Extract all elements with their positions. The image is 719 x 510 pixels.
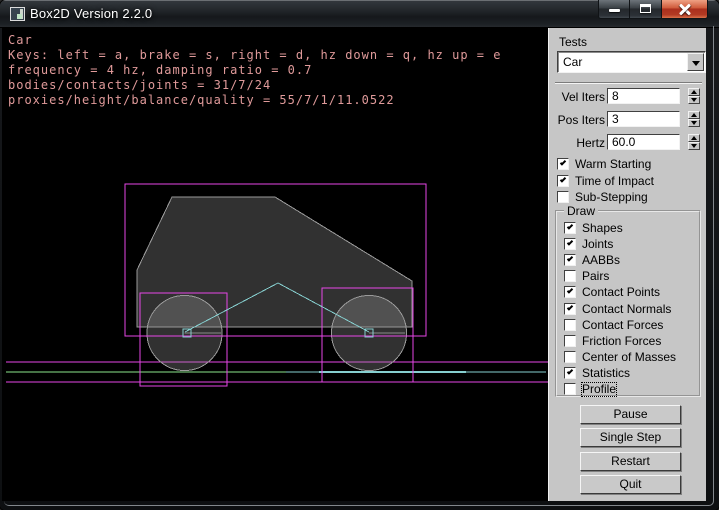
single-step-button[interactable]: Single Step — [580, 428, 681, 447]
checkbox-label: Statistics — [582, 367, 630, 380]
checkbox-label: Friction Forces — [582, 335, 661, 348]
stepper-label: Vel Iters — [549, 90, 605, 104]
tests-dropdown[interactable]: Car — [557, 51, 706, 73]
spinner-down-button[interactable] — [688, 142, 700, 150]
stepper-value-field[interactable]: 3 — [607, 111, 680, 127]
checkmark-icon — [567, 368, 573, 374]
checkbox-box — [564, 383, 576, 395]
checkbox-label: Sub-Stepping — [575, 191, 648, 204]
checkbox-box — [564, 286, 576, 298]
checkbox-box — [564, 367, 576, 379]
checkbox-box — [557, 175, 569, 187]
checkbox-box — [564, 270, 576, 282]
triangle-down-icon — [691, 144, 697, 148]
checkbox-label: Profile — [582, 383, 616, 396]
checkbox-box — [564, 222, 576, 234]
stepper-spinner — [688, 111, 700, 127]
window-title: Box2D Version 2.2.0 — [30, 6, 152, 21]
checkmark-icon — [560, 159, 566, 165]
triangle-up-icon — [691, 113, 697, 117]
stepper-value-field[interactable]: 8 — [607, 88, 680, 104]
spinner-down-button[interactable] — [688, 96, 700, 104]
title-bar[interactable]: Box2D Version 2.2.0 — [0, 0, 719, 28]
caption-buttons — [598, 0, 708, 20]
checkbox-box — [557, 191, 569, 203]
stats-line: Car — [8, 33, 501, 48]
stepper-label: Hertz — [549, 136, 605, 150]
checkbox-label: Contact Points — [582, 286, 660, 299]
maximize-button[interactable] — [630, 0, 662, 19]
stats-line: bodies/contacts/joints = 31/7/24 — [8, 78, 501, 93]
stats-line: proxies/height/balance/quality = 55/7/1/… — [8, 93, 501, 108]
checkbox-box — [564, 303, 576, 315]
control-panel: Tests Car Vel Iters8Pos Iters3Hertz60.0 … — [548, 28, 706, 501]
checkbox-box — [564, 351, 576, 363]
triangle-up-icon — [691, 90, 697, 94]
draw-group: Draw ShapesJointsAABBsPairsContact Point… — [555, 210, 701, 397]
pause-button[interactable]: Pause — [580, 405, 681, 424]
checkbox-label: Time of Impact — [575, 175, 654, 188]
stepper-label: Pos Iters — [549, 113, 605, 127]
spinner-up-button[interactable] — [688, 111, 700, 119]
checkbox-box — [557, 158, 569, 170]
checkbox-label: Center of Masses — [582, 351, 676, 364]
close-button[interactable] — [662, 0, 708, 19]
close-icon — [678, 3, 692, 15]
checkbox-label: Contact Forces — [582, 319, 663, 332]
checkbox-label: Joints — [582, 238, 613, 251]
checkmark-icon — [560, 176, 566, 182]
stats-line: Keys: left = a, brake = s, right = d, hz… — [8, 48, 501, 63]
triangle-down-icon — [691, 98, 697, 102]
triangle-up-icon — [691, 136, 697, 140]
checkbox-label: Warm Starting — [575, 158, 651, 171]
checkbox-label: AABBs — [582, 254, 620, 267]
app-icon — [10, 7, 25, 21]
checkbox-box — [564, 335, 576, 347]
minimize-icon — [609, 9, 620, 12]
spinner-up-button[interactable] — [688, 88, 700, 96]
quit-button[interactable]: Quit — [580, 475, 681, 494]
checkmark-icon — [567, 223, 573, 229]
checkmark-icon — [567, 255, 573, 261]
checkbox-label: Contact Normals — [582, 303, 671, 316]
checkbox-box — [564, 254, 576, 266]
spinner-up-button[interactable] — [688, 134, 700, 142]
statistics-text: CarKeys: left = a, brake = s, right = d,… — [8, 33, 501, 108]
checkbox-box — [564, 319, 576, 331]
maximize-icon — [640, 4, 651, 13]
draw-group-label: Draw — [564, 204, 598, 218]
simulation-canvas[interactable]: CarKeys: left = a, brake = s, right = d,… — [2, 28, 548, 501]
stats-line: frequency = 4 hz, damping ratio = 0.7 — [8, 63, 501, 78]
restart-button[interactable]: Restart — [580, 452, 681, 471]
separator — [555, 82, 702, 84]
checkbox-label: Shapes — [582, 222, 623, 235]
chevron-down-icon — [692, 61, 700, 66]
triangle-down-icon — [691, 121, 697, 125]
checkmark-icon — [567, 304, 573, 310]
stepper-value-field[interactable]: 60.0 — [607, 134, 680, 150]
app-window: Box2D Version 2.2.0 — [0, 0, 719, 510]
stepper-spinner — [688, 134, 700, 150]
minimize-button[interactable] — [598, 0, 630, 19]
tests-dropdown-value: Car — [563, 55, 582, 69]
stepper-spinner — [688, 88, 700, 104]
tests-dropdown-button[interactable] — [687, 53, 704, 71]
checkbox-box — [564, 238, 576, 250]
bridge-edge-thick — [319, 371, 466, 373]
spinner-down-button[interactable] — [688, 119, 700, 127]
checkmark-icon — [567, 287, 573, 293]
tests-label: Tests — [559, 35, 587, 49]
checkbox-label: Pairs — [582, 270, 609, 283]
checkmark-icon — [567, 239, 573, 245]
